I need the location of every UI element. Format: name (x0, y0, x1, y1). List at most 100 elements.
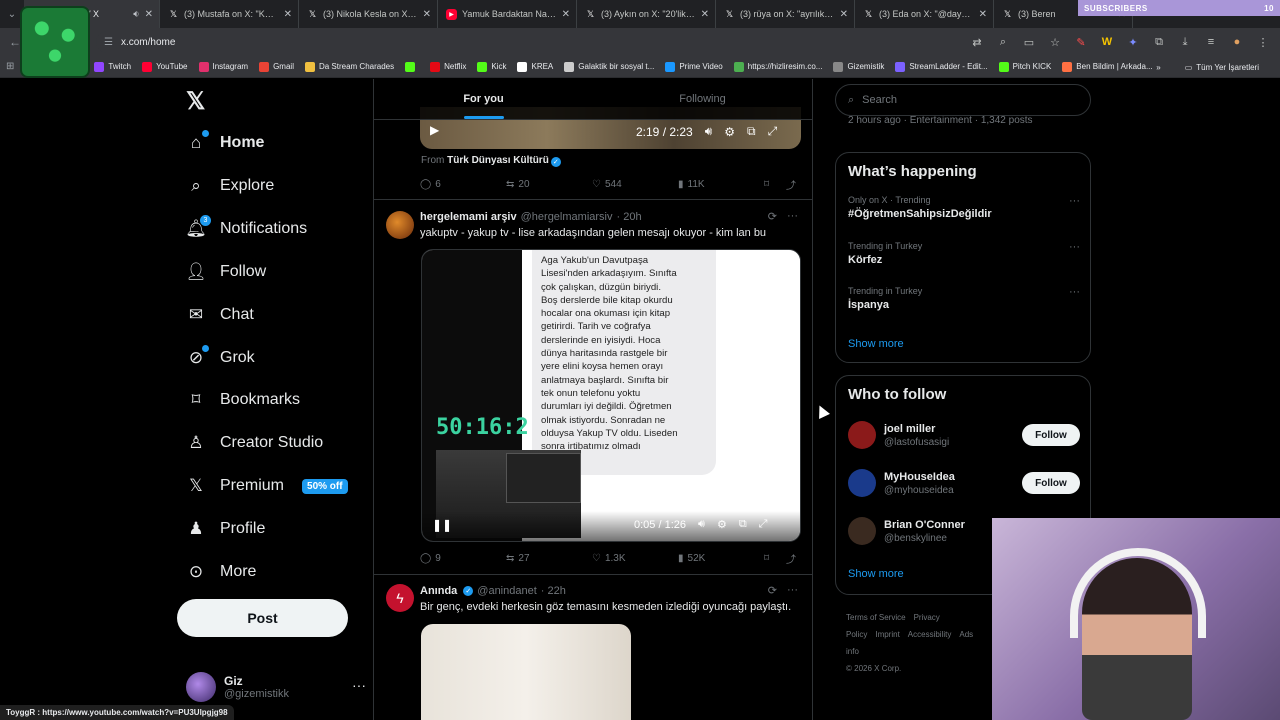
tweet2-author-handle[interactable]: @hergelmamiarsiv (521, 211, 613, 223)
footer-link[interactable]: Terms of Service (846, 613, 906, 622)
extension-w-icon[interactable]: W (1096, 31, 1118, 53)
tweet3-author-name[interactable]: Anında (420, 585, 457, 597)
profile-avatar-icon[interactable]: ● (1226, 31, 1248, 53)
post-button[interactable]: Post (177, 599, 348, 637)
fullscreen-icon[interactable]: ⤢ (768, 124, 778, 139)
bookmark-icon[interactable]: ⌑ (764, 553, 786, 564)
browser-tab[interactable]: ▶ Yamuk Bardaktan Nasıl Su ✕ (438, 0, 577, 28)
cast-icon[interactable]: ▭ (1018, 31, 1040, 53)
trend-item[interactable]: Only on X · Trending #ÖğretmenSahipsizDeğ… (848, 195, 1080, 220)
nav-follow[interactable]: 👤︎ Follow (185, 254, 266, 290)
browser-menu-icon[interactable]: ⋮ (1252, 31, 1274, 53)
pip-icon[interactable]: ⧉ (739, 518, 747, 531)
nav-premium[interactable]: 𝕏 Premium 50% off (186, 468, 348, 504)
bookmark-item[interactable]: Kick (477, 61, 506, 72)
account-switcher[interactable]: Giz @gizemistikk ··· (186, 669, 366, 705)
follow-button[interactable]: Follow (1022, 424, 1080, 446)
bookmark-item[interactable]: StreamLadder - Edit... (895, 61, 988, 72)
tweet1-from-source[interactable]: Türk Dünyası Kültürü (447, 155, 549, 166)
share-icon[interactable]: ⤴ (786, 551, 796, 566)
fullscreen-icon[interactable]: ⤢ (759, 518, 768, 531)
extension-blue-icon[interactable]: ✦ (1122, 31, 1144, 53)
show-more-follow-link[interactable]: Show more (848, 568, 904, 580)
grok-icon[interactable]: ⟳ (768, 210, 777, 223)
avatar[interactable] (386, 211, 414, 239)
download-icon[interactable]: ⤓ (1174, 31, 1196, 53)
bookmark-item[interactable]: Gizemistik (833, 61, 884, 72)
tweet2-time[interactable]: · 20h (616, 211, 641, 223)
nav-home[interactable]: ⌂ Home (186, 125, 264, 161)
reply-button[interactable]: ◯ 9 (420, 553, 506, 564)
address-bar[interactable]: ☰ x.com/home (96, 31, 976, 53)
star-icon[interactable]: ☆ (1044, 31, 1066, 53)
search-input[interactable]: ⌕ Search (835, 84, 1091, 116)
tab-following[interactable]: Following (593, 79, 812, 119)
footer-link[interactable]: Imprint (875, 630, 899, 639)
nav-more[interactable]: ⊙ More (186, 554, 257, 590)
settings-gear-icon[interactable]: ⚙ (724, 125, 735, 139)
bookmark-item[interactable]: Twitch (94, 61, 131, 72)
follow-suggestion[interactable]: joel miller @lastofusasigi Follow (848, 417, 1080, 453)
close-icon[interactable]: ✕ (979, 9, 987, 20)
speaker-icon[interactable]: 🔉︎ (133, 9, 139, 20)
tweet3-author-handle[interactable]: @anindanet (477, 585, 537, 597)
reading-list-icon[interactable]: ≡ (1200, 31, 1222, 53)
x-logo-icon[interactable]: 𝕏 (186, 90, 208, 114)
tweet2-author-name[interactable]: hergelemami arşiv (420, 211, 517, 223)
bookmark-item[interactable]: Gmail (259, 61, 294, 72)
close-icon[interactable]: ✕ (284, 9, 292, 20)
show-more-trends-link[interactable]: Show more (848, 338, 904, 350)
bookmark-item[interactable]: Netflix (430, 61, 466, 72)
bookmark-item[interactable]: Ben Bildim | Arkada... (1062, 61, 1153, 72)
repost-button[interactable]: ⇆ 20 (506, 179, 592, 190)
follow-button[interactable]: Follow (1022, 472, 1080, 494)
bookmark-item[interactable] (405, 61, 419, 72)
extension-red-icon[interactable]: ✎ (1070, 31, 1092, 53)
settings-gear-icon[interactable]: ⚙ (717, 518, 727, 531)
browser-tab[interactable]: 𝕏 (3) Aykın on X: "20'lik düş ✕ (577, 0, 716, 28)
volume-icon[interactable]: 🔊︎ (705, 124, 713, 139)
all-bookmarks-folder[interactable]: ▭ Tüm Yer İşaretleri (1185, 63, 1259, 72)
bookmark-icon[interactable]: ⌑ (764, 179, 786, 190)
close-icon[interactable]: ✕ (562, 9, 570, 20)
browser-tab[interactable]: 𝕏 (3) Eda on X: "@dayagiye ✕ (855, 0, 994, 28)
tweet1-play-icon[interactable]: ▶ (430, 123, 439, 137)
nav-profile[interactable]: ♟ Profile (186, 511, 265, 547)
bookmark-item[interactable]: Instagram (198, 61, 248, 72)
more-dots-icon[interactable]: ··· (787, 584, 798, 597)
nav-notifications[interactable]: 🔔︎ 3 Notifications (185, 211, 307, 247)
more-dots-icon[interactable]: ··· (787, 210, 798, 223)
close-icon[interactable]: ✕ (701, 9, 709, 20)
pip-icon[interactable]: ⧉ (747, 124, 756, 139)
pause-icon[interactable]: ❚❚ (432, 518, 452, 532)
more-dots-icon[interactable]: ··· (1069, 286, 1080, 298)
bookmark-item[interactable]: https://hizliresim.co... (733, 61, 822, 72)
nav-creator-studio[interactable]: ♙ Creator Studio (186, 425, 323, 461)
volume-icon[interactable]: 🔊︎ (698, 518, 705, 531)
follow-suggestion[interactable]: MyHouseIdea @myhouseidea Follow (848, 465, 1080, 501)
tweet3-time[interactable]: · 22h (541, 585, 566, 597)
extensions-puzzle-icon[interactable]: ⧉ (1148, 31, 1170, 53)
footer-link[interactable]: Accessibility (908, 630, 952, 639)
tweet3-media[interactable] (421, 624, 631, 720)
translate-icon[interactable]: ⇄ (966, 31, 988, 53)
close-icon[interactable]: ✕ (840, 9, 848, 20)
bookmark-item[interactable]: Pitch KICK (998, 61, 1051, 72)
more-dots-icon[interactable]: ··· (1069, 241, 1080, 253)
nav-grok[interactable]: ⊘ Grok (186, 340, 255, 376)
apps-grid-icon[interactable]: ⊞ (6, 61, 14, 72)
browser-tab[interactable]: 𝕏 (3) Nikola Kesla on X: "Tar ✕ (299, 0, 438, 28)
more-dots-icon[interactable]: ··· (1069, 195, 1080, 207)
like-button[interactable]: ♡ 1.3K (592, 553, 678, 564)
bookmark-item[interactable]: Galaktik bir sosyal t... (564, 61, 654, 72)
bookmark-item[interactable]: KREA (517, 61, 553, 72)
bookmark-item[interactable]: Prime Video (665, 61, 723, 72)
bookmark-item[interactable]: Da Stream Charades (304, 61, 394, 72)
nav-explore[interactable]: ⌕ Explore (186, 168, 274, 204)
like-button[interactable]: ♡ 544 (592, 179, 678, 190)
nav-chat[interactable]: ✉ Chat (186, 297, 254, 333)
more-dots-icon[interactable]: ··· (352, 677, 366, 693)
browser-tab[interactable]: 𝕏 (3) Mustafa on X: "Kadınlı ✕ (160, 0, 299, 28)
avatar[interactable]: ϟ (386, 584, 414, 612)
views-button[interactable]: ▮ 11K (678, 179, 764, 190)
